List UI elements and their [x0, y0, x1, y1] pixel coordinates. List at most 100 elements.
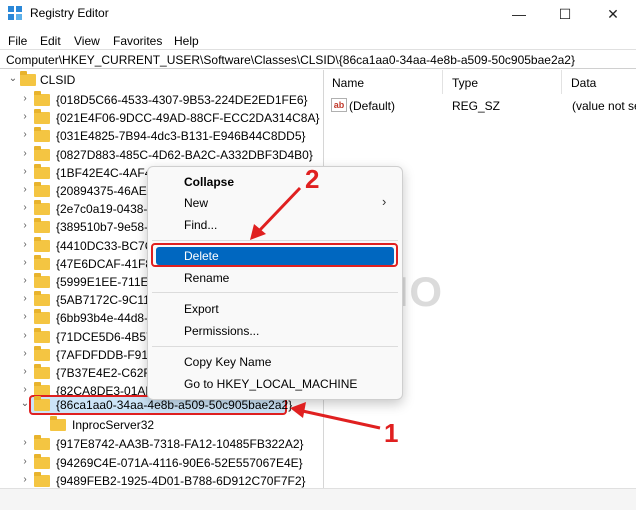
tree-item-label: {7AFDFDDB-F914: [56, 347, 155, 362]
context-menu: Collapse New › Find... Delete Rename Exp…: [147, 166, 403, 400]
maximize-button[interactable]: ☐: [542, 0, 588, 28]
chevron-down-icon[interactable]: ⌄: [20, 399, 30, 409]
tree-item-label: {5AB7172C-9C11-: [56, 293, 154, 308]
tree-item-label: {71DCE5D6-4B57-: [56, 329, 157, 344]
tree-item-label: {1BF42E4C-4AF4-: [56, 165, 156, 180]
chevron-right-icon[interactable]: ›: [20, 148, 30, 159]
tree-item-label: {389510b7-9e58-4: [56, 220, 155, 235]
menu-view[interactable]: View: [74, 31, 100, 48]
menu-item-rename[interactable]: Rename: [184, 271, 229, 285]
chevron-right-icon[interactable]: ›: [20, 294, 30, 304]
annotation-step-1: 1: [384, 418, 399, 448]
folder-icon: [34, 327, 50, 343]
folder-icon: [34, 163, 50, 179]
chevron-right-icon[interactable]: ›: [20, 330, 30, 341]
folder-icon: [34, 91, 50, 106]
folder-icon: [34, 236, 50, 252]
folder-icon: [34, 218, 50, 234]
folder-icon: [34, 364, 50, 379]
folder-icon: [34, 200, 50, 216]
menu-edit[interactable]: Edit: [40, 31, 61, 48]
menu-item-export[interactable]: Export: [184, 302, 219, 316]
menu-item-collapse[interactable]: Collapse: [184, 175, 234, 189]
close-button[interactable]: ✕: [590, 0, 636, 28]
tree-item-label: CLSID: [40, 73, 76, 87]
chevron-right-icon[interactable]: ›: [20, 221, 30, 231]
tree-item[interactable]: › {021E4F06-9DCC-49AD-88CF-ECC2DA314C8A}: [0, 108, 320, 128]
folder-icon: [34, 182, 50, 197]
menu-help[interactable]: Help: [174, 31, 199, 48]
menu-file[interactable]: File: [8, 31, 27, 48]
menu-item-copy-key-name[interactable]: Copy Key Name: [184, 355, 271, 369]
chevron-right-icon[interactable]: ›: [20, 385, 30, 395]
chevron-right-icon[interactable]: ›: [20, 312, 30, 322]
tree-item-clsid[interactable]: ⌄ CLSID: [0, 70, 320, 90]
chevron-down-icon[interactable]: ⌄: [8, 74, 18, 84]
folder-icon: [34, 145, 50, 161]
tree-item-label: {86ca1aa0-34aa-4e8b-a509-50c905bae2a2}: [56, 398, 293, 412]
column-divider[interactable]: [442, 70, 443, 94]
value-name[interactable]: (Default): [349, 99, 395, 113]
column-data[interactable]: Data: [571, 76, 596, 90]
tree-item-label: {917E8742-AA3B-7318-FA12-10485FB322A2}: [56, 437, 304, 451]
chevron-right-icon[interactable]: ›: [20, 203, 30, 213]
tree-item[interactable]: › {031E4825-7B94-4dc3-B131-E946B44C8DD5}: [0, 126, 320, 146]
menu-item-goto-hklm[interactable]: Go to HKEY_LOCAL_MACHINE: [184, 377, 357, 391]
chevron-right-icon[interactable]: ›: [20, 166, 30, 177]
chevron-right-icon[interactable]: ›: [20, 130, 30, 140]
column-type[interactable]: Type: [452, 76, 478, 90]
tree-item-label: {7B37E4E2-C62F-: [56, 366, 155, 380]
folder-icon: [50, 416, 66, 431]
folder-icon: [34, 291, 50, 307]
folder-icon: [34, 453, 50, 469]
chevron-right-icon[interactable]: ›: [20, 239, 30, 250]
tree-item-label: {6bb93b4e-44d8-: [56, 311, 149, 326]
folder-icon: [34, 396, 50, 411]
tree-item-child[interactable]: InprocServer32: [0, 415, 320, 435]
menu-item-new[interactable]: New: [184, 196, 208, 210]
tree-item-label: {018D5C66-4533-4307-9B53-224DE2ED1FE6}: [56, 93, 308, 107]
chevron-right-icon[interactable]: ›: [20, 475, 30, 485]
tree-item[interactable]: › {9489FEB2-1925-4D01-B788-6D912C70F7F2}: [0, 471, 320, 488]
tree-item[interactable]: › {018D5C66-4533-4307-9B53-224DE2ED1FE6}: [0, 90, 320, 110]
column-divider[interactable]: [561, 70, 562, 94]
folder-icon: [34, 109, 50, 125]
menu-item-find[interactable]: Find...: [184, 218, 217, 232]
tree-item[interactable]: › {917E8742-AA3B-7318-FA12-10485FB322A2}: [0, 434, 320, 454]
chevron-right-icon[interactable]: ›: [20, 276, 30, 286]
address-bar[interactable]: Computer\HKEY_CURRENT_USER\Software\Clas…: [0, 49, 636, 69]
tree-item[interactable]: › {0827D883-485C-4D62-BA2C-A332DBF3D4B0}: [0, 145, 320, 165]
chevron-right-icon[interactable]: ›: [20, 456, 30, 467]
menu-divider: [152, 292, 398, 293]
horizontal-scrollbar[interactable]: [0, 488, 636, 510]
folder-icon: [34, 472, 50, 487]
chevron-right-icon[interactable]: ›: [20, 94, 30, 104]
folder-icon: [34, 309, 50, 325]
chevron-right-icon: ›: [382, 194, 387, 209]
chevron-right-icon[interactable]: ›: [20, 367, 30, 377]
tree-item-label: {94269C4E-071A-4116-90E6-52E557067E4E}: [56, 455, 303, 470]
menu-favorites[interactable]: Favorites: [113, 31, 162, 48]
minimize-button[interactable]: —: [496, 0, 542, 28]
chevron-right-icon[interactable]: ›: [20, 348, 30, 359]
tree-item-label: InprocServer32: [72, 418, 155, 432]
value-data: (value not se: [572, 99, 636, 113]
tree-item[interactable]: › {94269C4E-071A-4116-90E6-52E557067E4E}: [0, 453, 320, 473]
menu-bar: File Edit View Favorites Help: [0, 28, 636, 48]
folder-icon: [34, 254, 50, 270]
string-value-icon: ab: [331, 98, 347, 112]
chevron-right-icon[interactable]: ›: [20, 438, 30, 448]
tree-item-label: {0827D883-485C-4D62-BA2C-A332DBF3D4B0}: [56, 147, 313, 162]
tree-item-label: {9489FEB2-1925-4D01-B788-6D912C70F7F2}: [56, 474, 306, 488]
tree-item-label: {2e7c0a19-0438-4: [56, 202, 155, 217]
folder-icon: [34, 345, 50, 361]
column-name[interactable]: Name: [332, 76, 364, 90]
chevron-right-icon[interactable]: ›: [20, 257, 30, 268]
chevron-right-icon[interactable]: ›: [20, 185, 30, 195]
chevron-right-icon[interactable]: ›: [20, 112, 30, 122]
folder-icon: [34, 273, 50, 288]
window-title: Registry Editor: [30, 6, 109, 20]
tree-item-label: {47E6DCAF-41F8-: [56, 256, 157, 271]
menu-item-permissions[interactable]: Permissions...: [184, 324, 259, 338]
tree-item-label: {031E4825-7B94-4dc3-B131-E946B44C8DD5}: [56, 129, 306, 144]
